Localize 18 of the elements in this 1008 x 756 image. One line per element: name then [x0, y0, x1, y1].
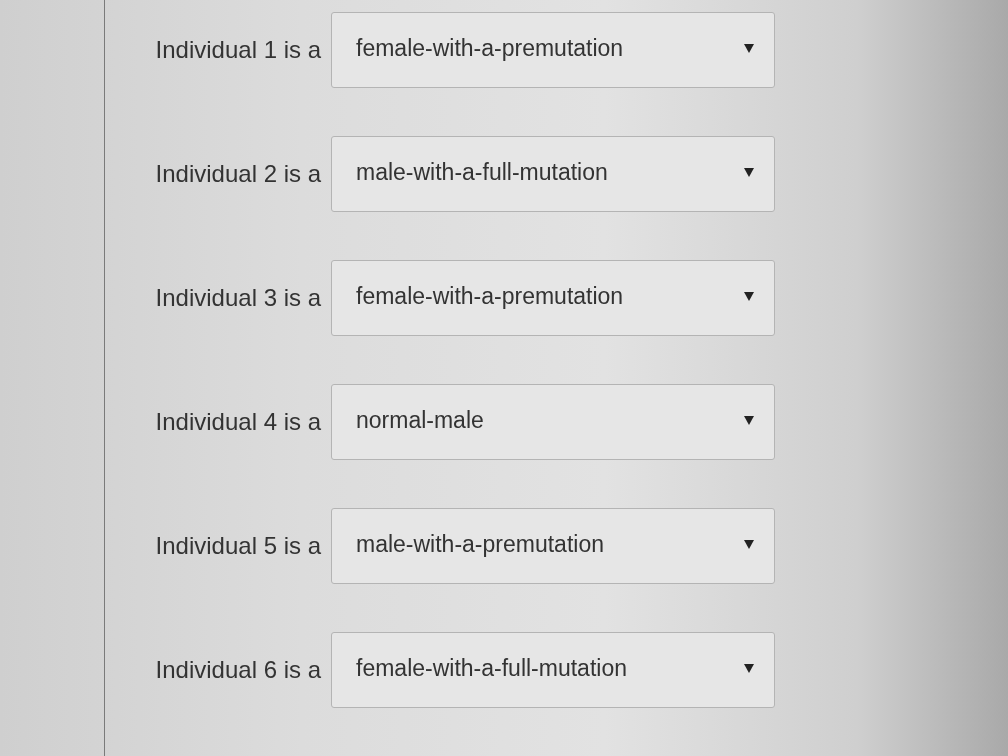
dropdown[interactable]: male-with-a-full-mutation — [331, 136, 775, 212]
dropdown[interactable]: female-with-a-premutation — [331, 260, 775, 336]
caret-icon — [744, 416, 754, 425]
row-label: Individual 1 is a — [154, 36, 321, 64]
row-label: Individual 3 is a — [154, 284, 321, 312]
caret-icon — [744, 292, 754, 301]
caret-icon — [744, 168, 754, 177]
caret-icon — [744, 44, 754, 53]
row-label: Individual 5 is a — [154, 532, 321, 560]
caret-icon — [744, 664, 754, 673]
caret-icon — [744, 540, 754, 549]
dropdown[interactable]: male-with-a-premutation — [331, 508, 775, 584]
dropdown[interactable]: normal-male — [331, 384, 775, 460]
dropdown[interactable]: female-with-a-full-mutation — [331, 632, 775, 708]
row-label: Individual 4 is a — [154, 408, 321, 436]
dropdown[interactable]: female-with-a-premutation — [331, 12, 775, 88]
row-label: Individual 2 is a — [154, 160, 321, 188]
row-label: Individual 6 is a — [154, 656, 321, 684]
